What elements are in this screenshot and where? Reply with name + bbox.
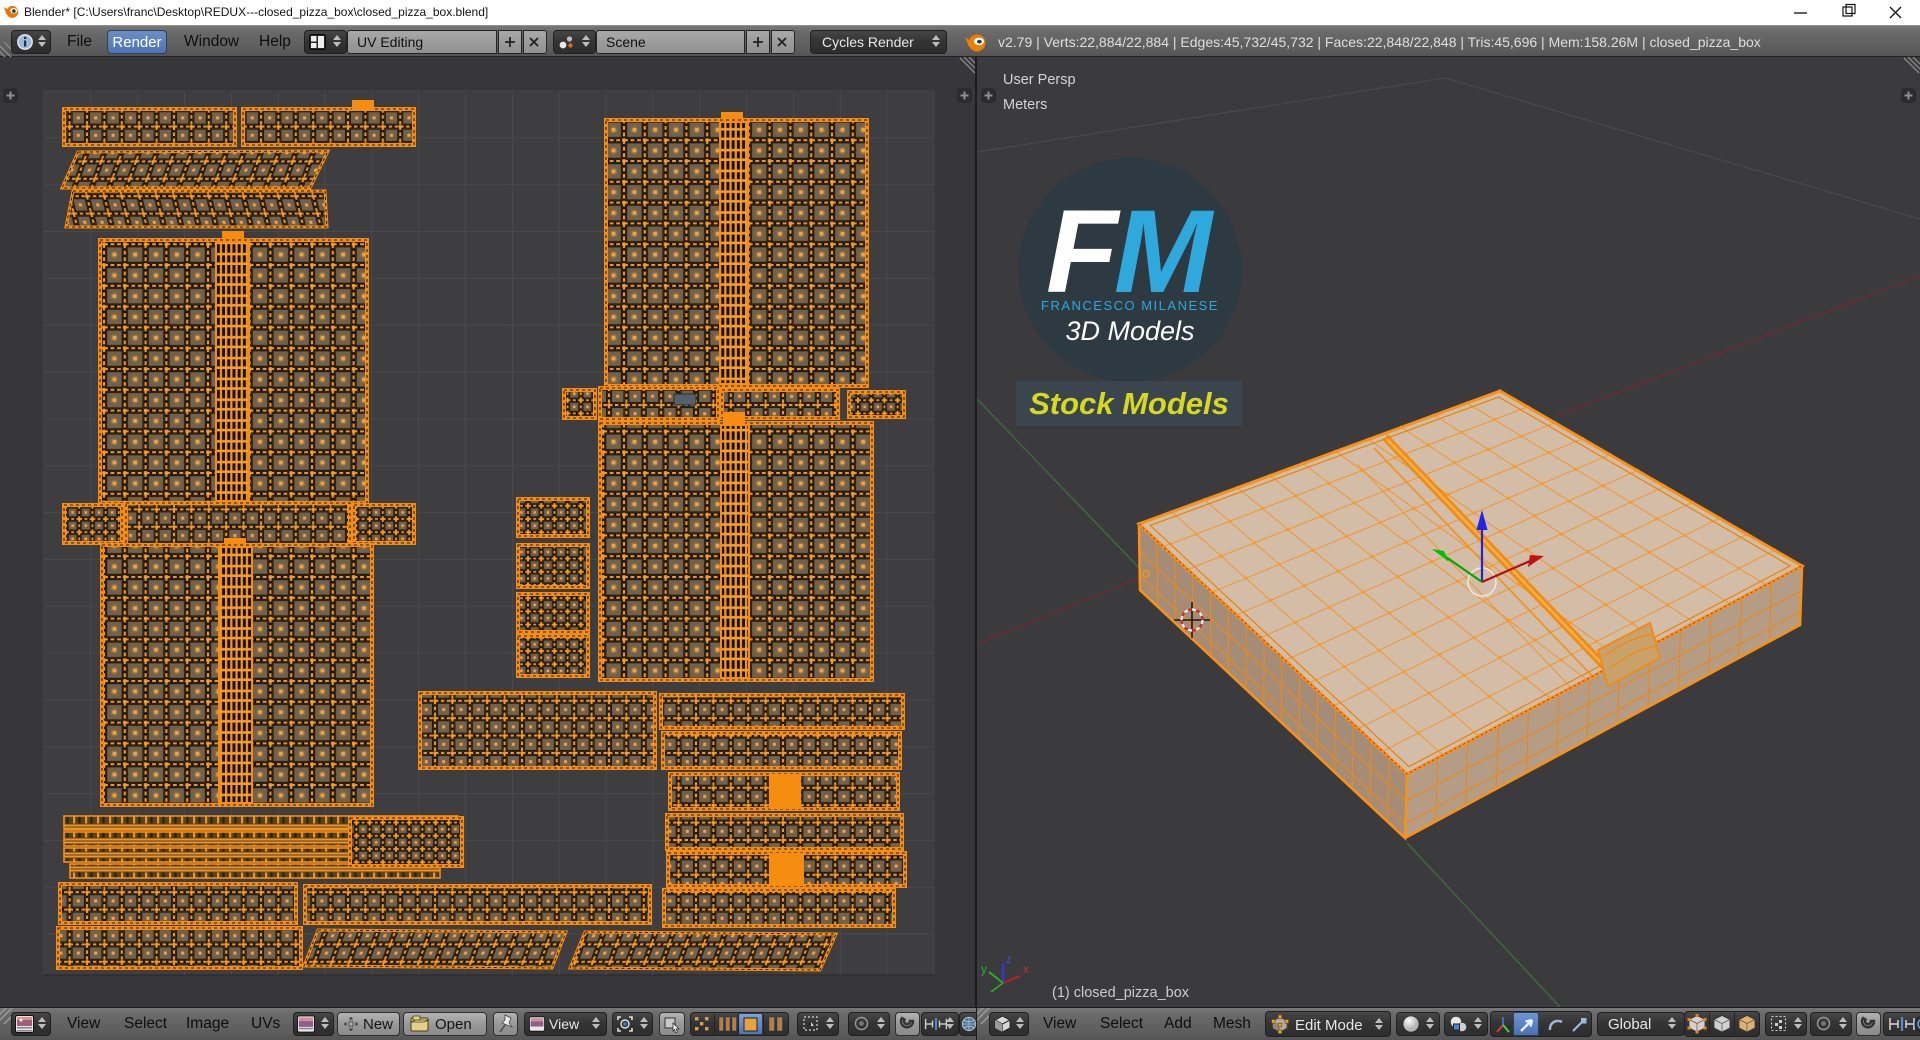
svg-text:FRANCESCO MILANESE: FRANCESCO MILANESE [1041, 298, 1219, 313]
svg-text:z: z [1006, 952, 1012, 966]
svg-text:(1) closed_pizza_box: (1) closed_pizza_box [1052, 985, 1190, 1001]
svg-text:x: x [1023, 962, 1029, 976]
svg-text:Stock Models: Stock Models [1029, 386, 1229, 421]
svg-text:User Persp: User Persp [1003, 72, 1076, 88]
svg-text:3D Models: 3D Models [1065, 316, 1194, 346]
svg-text:Meters: Meters [1003, 97, 1047, 113]
svg-text:y: y [981, 962, 987, 976]
